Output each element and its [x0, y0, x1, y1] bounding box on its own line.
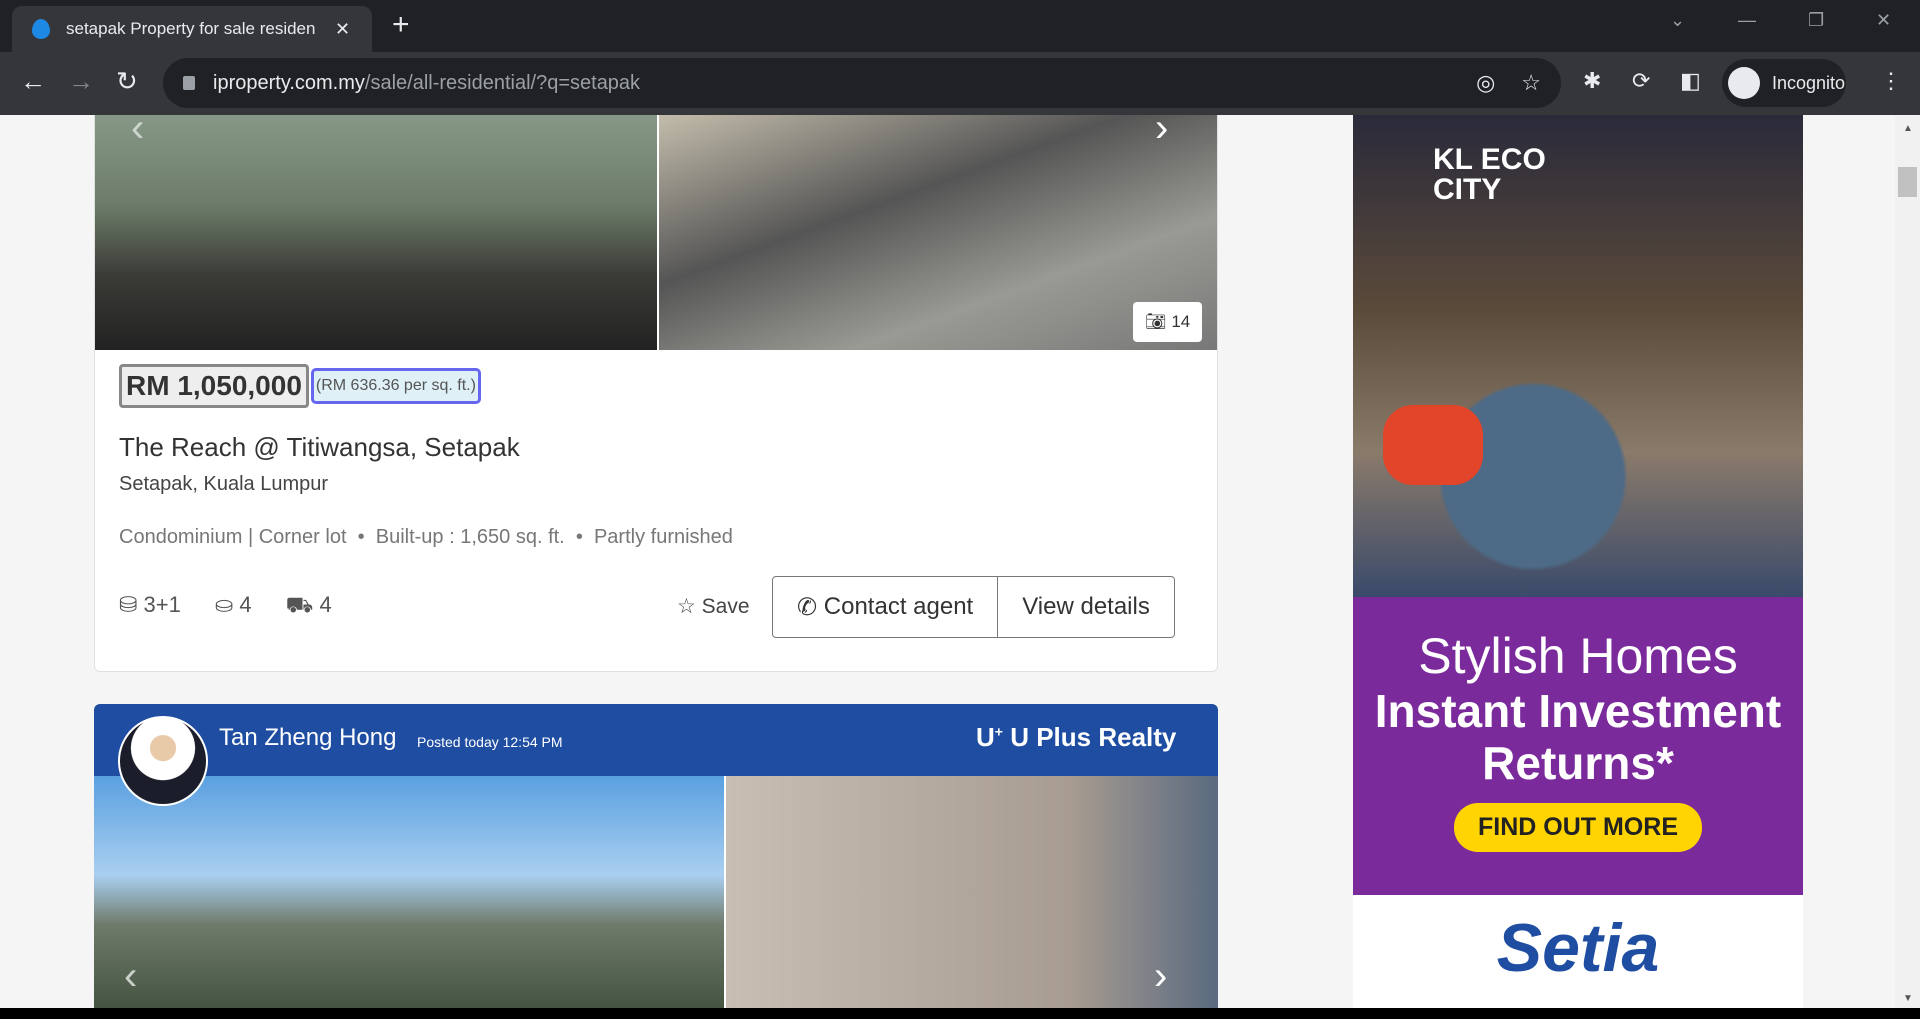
car-icon: ⛟ — [285, 592, 320, 617]
posted-time: Posted today 12:54 PM — [417, 734, 563, 750]
url-host: iproperty.com.my — [213, 71, 365, 94]
minimize-button[interactable]: — — [1738, 10, 1756, 31]
browser-toolbar: ← → ↻ iproperty.com.my/sale/all-resident… — [0, 52, 1920, 115]
bed-icon: ⛁ — [119, 592, 144, 617]
next-photo-icon[interactable]: › — [1154, 954, 1167, 999]
scroll-up-icon[interactable]: ▲ — [1903, 123, 1913, 134]
prev-photo-icon[interactable]: ‹ — [124, 954, 137, 999]
ad-banner-image[interactable]: KL ECO CITY — [1353, 115, 1803, 597]
save-label: Save — [701, 595, 750, 618]
extensions-icon[interactable]: ✱ — [1583, 68, 1601, 94]
bathroom-count: 4 — [239, 592, 252, 617]
favicon-icon — [32, 19, 50, 39]
price-row: RM 1,050,000 (RM 636.36 per sq. ft.) — [119, 364, 481, 408]
close-window-button[interactable]: ✕ — [1876, 10, 1891, 31]
eye-off-icon[interactable]: ◎ — [1476, 70, 1495, 96]
agency-logo: U+ U Plus Realty — [976, 722, 1177, 752]
parking-count: 4 — [319, 592, 332, 617]
contact-label: Contact agent — [823, 593, 974, 620]
scroll-down-icon[interactable]: ▼ — [1903, 993, 1913, 1004]
agent-avatar[interactable] — [118, 716, 208, 806]
bath-icon: ⛀ — [214, 592, 240, 617]
price-per-sqft: (RM 636.36 per sq. ft.) — [310, 368, 481, 404]
contact-agent-button[interactable]: ✆ Contact agent — [773, 577, 997, 637]
listing-photo[interactable] — [95, 115, 657, 350]
tab-search-icon[interactable]: ⌄ — [1670, 10, 1685, 31]
parking: ⛟ 4 — [286, 592, 332, 621]
action-buttons: ✆ Contact agent View details — [772, 576, 1175, 638]
listing-card[interactable]: Tan Zheng Hong Posted today 12:54 PM U+ … — [94, 704, 1218, 1008]
menu-icon[interactable]: ⋮ — [1880, 68, 1902, 94]
tab-strip: setapak Property for sale residen ✕ + ⌄ … — [0, 0, 1920, 52]
phone-icon: ✆ — [797, 593, 824, 621]
photo-count: 14 — [1171, 312, 1191, 331]
profile-label: Incognito — [1772, 72, 1846, 93]
new-tab-button[interactable]: + — [392, 8, 410, 42]
listing-photo[interactable] — [726, 776, 1218, 1008]
star-icon: ☆ — [677, 595, 702, 618]
page-content: ‹ › 📷︎ 14 RM 1,050,000 (RM 636.36 per sq… — [0, 115, 1895, 1008]
save-button[interactable]: ☆ Save — [677, 594, 750, 619]
view-details-button[interactable]: View details — [997, 577, 1174, 637]
bathrooms: ⛀ 4 — [215, 592, 252, 621]
prev-photo-icon[interactable]: ‹ — [131, 115, 144, 151]
tab-title: setapak Property for sale residen — [66, 19, 316, 38]
performance-icon[interactable]: ⟳ — [1632, 68, 1650, 94]
forward-button[interactable]: → — [68, 66, 94, 97]
agent-header: Tan Zheng Hong Posted today 12:54 PM U+ … — [94, 704, 1218, 806]
find-out-more-button[interactable]: FIND OUT MORE — [1454, 803, 1702, 852]
url-path: /sale/all-residential/?q=setapak — [364, 71, 641, 94]
camera-icon: 📷︎ — [1145, 312, 1172, 331]
listing-card[interactable]: ‹ › 📷︎ 14 RM 1,050,000 (RM 636.36 per sq… — [94, 115, 1218, 672]
side-panel-icon[interactable]: ◧ — [1680, 68, 1701, 94]
incognito-badge[interactable]: Incognito — [1722, 59, 1846, 107]
ad-brand-top: KL ECO CITY — [1433, 143, 1546, 206]
price: RM 1,050,000 — [119, 364, 309, 408]
agency-name: U Plus Realty — [1010, 722, 1177, 752]
browser-tab[interactable]: setapak Property for sale residen ✕ — [12, 6, 372, 52]
listing-features: Condominium | Corner lot • Built-up : 1,… — [119, 526, 733, 548]
ad-headline-1: Stylish Homes — [1418, 628, 1738, 684]
close-tab-icon[interactable]: ✕ — [335, 19, 350, 40]
bookmark-star-icon[interactable]: ☆ — [1521, 70, 1541, 96]
scrollbar-thumb[interactable] — [1898, 167, 1917, 197]
red-chair-graphic — [1383, 405, 1483, 485]
address-bar[interactable]: iproperty.com.my/sale/all-residential/?q… — [163, 58, 1561, 108]
listing-location: Setapak, Kuala Lumpur — [119, 473, 329, 495]
ad-banner-logo[interactable]: Setia — [1353, 895, 1803, 1008]
lock-icon — [183, 76, 195, 90]
scrollbar[interactable]: ▲ ▼ — [1895, 115, 1920, 1008]
bedrooms: ⛁ 3+1 — [119, 592, 181, 621]
restore-button[interactable]: ❐ — [1808, 10, 1824, 31]
ad-headline-2: Instant Investment Returns* — [1374, 685, 1782, 789]
next-photo-icon[interactable]: › — [1155, 115, 1168, 151]
reload-button[interactable]: ↻ — [116, 66, 138, 97]
photo-count-badge: 📷︎ 14 — [1133, 302, 1203, 342]
ad-banner-promo[interactable]: Stylish Homes Instant Investment Returns… — [1353, 597, 1803, 895]
listing-photo[interactable] — [94, 776, 724, 1008]
listing-attributes: ⛁ 3+1 ⛀ 4 ⛟ 4 — [119, 592, 332, 621]
back-button[interactable]: ← — [20, 66, 46, 97]
listing-title[interactable]: The Reach @ Titiwangsa, Setapak — [119, 432, 520, 463]
agent-name[interactable]: Tan Zheng Hong — [219, 724, 396, 752]
incognito-icon — [1728, 67, 1760, 99]
bottom-edge — [0, 1008, 1920, 1019]
setia-logo: Setia — [1496, 910, 1660, 986]
bedroom-count: 3+1 — [143, 592, 181, 617]
